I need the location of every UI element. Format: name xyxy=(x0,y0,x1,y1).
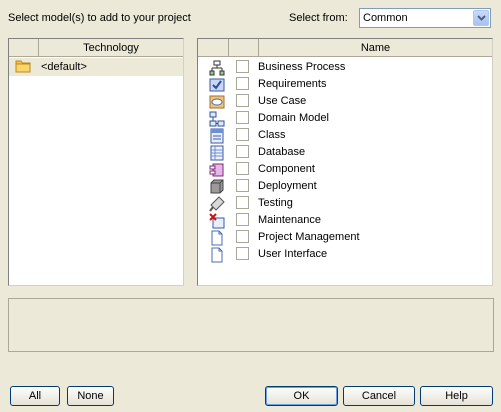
technology-list[interactable]: Technology <default> xyxy=(8,38,184,286)
model-name-column-header[interactable]: Name xyxy=(259,39,492,56)
requirements-checkbox[interactable] xyxy=(236,77,249,90)
requirements-icon xyxy=(209,77,225,93)
use-case-icon xyxy=(209,94,225,110)
model-label-class: Class xyxy=(258,129,286,141)
select-from-value: Common xyxy=(363,12,408,24)
class-icon xyxy=(209,128,225,144)
model-label-project-management: Project Management xyxy=(258,231,360,243)
model-row-user-interface[interactable]: User Interface xyxy=(198,246,492,263)
model-label-maintenance: Maintenance xyxy=(258,214,321,226)
technology-column-label: Technology xyxy=(83,42,139,54)
user-interface-checkbox[interactable] xyxy=(236,247,249,260)
none-button[interactable]: None xyxy=(67,386,114,406)
testing-icon xyxy=(209,196,225,212)
model-row-domain-model[interactable]: Domain Model xyxy=(198,110,492,127)
model-label-domain-model: Domain Model xyxy=(258,112,329,124)
model-list[interactable]: Name Business Process Requirements Use C… xyxy=(197,38,493,286)
select-from-dropdown[interactable]: Common xyxy=(359,8,491,28)
cancel-button[interactable]: Cancel xyxy=(343,386,415,406)
model-row-business-process[interactable]: Business Process xyxy=(198,59,492,76)
technology-icon-column-header[interactable] xyxy=(9,39,39,56)
database-icon xyxy=(209,145,225,161)
model-row-database[interactable]: Database xyxy=(198,144,492,161)
deployment-checkbox[interactable] xyxy=(236,179,249,192)
model-label-user-interface: User Interface xyxy=(258,248,328,260)
model-label-requirements: Requirements xyxy=(258,78,327,90)
help-button[interactable]: Help xyxy=(420,386,493,406)
model-label-testing: Testing xyxy=(258,197,293,209)
technology-list-header: Technology xyxy=(9,39,183,57)
model-label-database: Database xyxy=(258,146,306,158)
folder-icon xyxy=(15,59,31,73)
business-process-icon xyxy=(209,60,225,76)
description-box xyxy=(8,298,494,352)
model-label-use-case: Use Case xyxy=(258,95,307,107)
maintenance-icon xyxy=(209,213,225,229)
user-interface-icon xyxy=(209,247,225,263)
deployment-icon xyxy=(209,179,225,195)
model-row-class[interactable]: Class xyxy=(198,127,492,144)
project-management-icon xyxy=(209,230,225,246)
model-label-business-process: Business Process xyxy=(258,61,346,73)
ok-button[interactable]: OK xyxy=(265,386,338,406)
model-row-component[interactable]: Component xyxy=(198,161,492,178)
model-check-column-header[interactable] xyxy=(229,39,259,56)
component-icon xyxy=(209,162,225,178)
use-case-checkbox[interactable] xyxy=(236,94,249,107)
model-row-maintenance[interactable]: Maintenance xyxy=(198,212,492,229)
maintenance-checkbox[interactable] xyxy=(236,213,249,226)
model-list-header: Name xyxy=(198,39,492,57)
technology-item-default[interactable]: <default> xyxy=(9,58,183,76)
database-checkbox[interactable] xyxy=(236,145,249,158)
testing-checkbox[interactable] xyxy=(236,196,249,209)
model-row-project-management[interactable]: Project Management xyxy=(198,229,492,246)
chevron-down-icon[interactable] xyxy=(473,10,489,26)
domain-model-checkbox[interactable] xyxy=(236,111,249,124)
technology-item-label: <default> xyxy=(41,61,87,73)
all-button[interactable]: All xyxy=(10,386,60,406)
model-icon-column-header[interactable] xyxy=(198,39,229,56)
model-row-testing[interactable]: Testing xyxy=(198,195,492,212)
class-checkbox[interactable] xyxy=(236,128,249,141)
component-checkbox[interactable] xyxy=(236,162,249,175)
select-from-label: Select from: xyxy=(289,12,348,24)
model-row-requirements[interactable]: Requirements xyxy=(198,76,492,93)
model-row-deployment[interactable]: Deployment xyxy=(198,178,492,195)
model-row-use-case[interactable]: Use Case xyxy=(198,93,492,110)
model-name-column-label: Name xyxy=(360,42,391,54)
business-process-checkbox[interactable] xyxy=(236,60,249,73)
model-label-component: Component xyxy=(258,163,315,175)
technology-column-header[interactable]: Technology xyxy=(39,39,183,56)
domain-model-icon xyxy=(209,111,225,127)
select-models-label: Select model(s) to add to your project xyxy=(8,12,191,24)
model-label-deployment: Deployment xyxy=(258,180,317,192)
project-management-checkbox[interactable] xyxy=(236,230,249,243)
